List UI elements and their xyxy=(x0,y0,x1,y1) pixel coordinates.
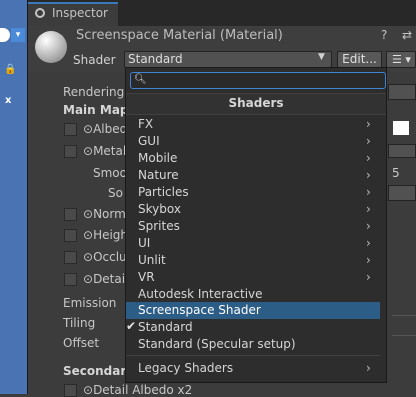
popup-scrollbar[interactable] xyxy=(380,116,386,380)
metallic-slider-field[interactable] xyxy=(388,144,416,158)
source-dropdown-field[interactable] xyxy=(388,185,416,201)
menu-item-label: Autodesk Interactive xyxy=(138,287,263,301)
menu-item-label: GUI xyxy=(138,134,160,148)
detail-albedo-label: ⊙Detail Albedo x2 xyxy=(83,383,193,397)
chevron-right-icon: › xyxy=(366,151,371,165)
offset-field-edge xyxy=(392,335,416,336)
prop-rendering: Rendering xyxy=(63,85,125,99)
smoothness-label: Smoo xyxy=(93,166,127,180)
chevron-right-icon: › xyxy=(366,253,371,267)
shader-list-button[interactable]: ☰ ▾ xyxy=(386,51,416,68)
emission-label: Emission xyxy=(63,296,117,310)
tiling-label: Tiling xyxy=(63,316,96,330)
offset-label: Offset xyxy=(63,336,100,350)
menu-item-label: Skybox xyxy=(138,202,181,216)
occlusion-label: ⊙Occlu xyxy=(83,250,127,264)
chevron-right-icon: › xyxy=(366,361,371,375)
albedo-color-swatch[interactable] xyxy=(393,121,409,135)
checkmark-icon: ✔ xyxy=(126,319,137,333)
menu-item-gui[interactable] xyxy=(126,133,380,150)
menu-item-label: Unlit xyxy=(138,253,166,267)
menu-item-label: UI xyxy=(138,236,151,250)
menu-item-ui[interactable] xyxy=(126,235,380,252)
menu-item-fx[interactable] xyxy=(126,116,380,133)
height-label: ⊙Heigh xyxy=(83,228,129,242)
occlusion-texture-slot[interactable] xyxy=(64,251,77,264)
search-icon: 🔍︎ xyxy=(134,74,147,85)
gizmo-dropdown[interactable]: ▾ xyxy=(11,28,25,42)
material-preview-icon xyxy=(35,31,67,63)
chevron-right-icon: › xyxy=(366,134,371,148)
section-secondary-maps: Secondary xyxy=(63,364,135,378)
menu-item-label: Particles xyxy=(138,185,189,199)
height-texture-slot[interactable] xyxy=(64,229,77,242)
chevron-down-icon: ▼ xyxy=(318,52,325,62)
popup-separator xyxy=(126,355,380,356)
chevron-right-icon: › xyxy=(366,168,371,182)
detail-mask-texture-slot[interactable] xyxy=(64,273,77,286)
shader-label: Shader xyxy=(73,53,116,67)
menu-item-label: Standard (Specular setup) xyxy=(138,337,296,351)
metallic-label: ⊙Metal xyxy=(83,144,127,158)
normal-texture-slot[interactable] xyxy=(64,208,77,221)
settings-icon[interactable]: ⇄ xyxy=(402,28,412,42)
menu-item-vr[interactable] xyxy=(126,269,380,286)
rendering-mode-field[interactable] xyxy=(388,84,416,100)
menu-item-label: Legacy Shaders xyxy=(138,361,234,375)
menu-item-label: Standard xyxy=(138,320,193,334)
close-icon[interactable]: x xyxy=(5,95,11,106)
chevron-right-icon: › xyxy=(366,236,371,250)
chevron-right-icon: › xyxy=(366,185,371,199)
target-icon: ⊙ xyxy=(83,228,94,242)
detail-albedo-texture-slot[interactable] xyxy=(64,384,77,397)
target-icon: ⊙ xyxy=(83,272,94,286)
popup-title: Shaders xyxy=(228,96,284,110)
menu-item-label: VR xyxy=(138,270,155,284)
chevron-right-icon: › xyxy=(366,202,371,216)
target-icon: ⊙ xyxy=(83,122,94,136)
menu-item-label: Screenspace Shader xyxy=(138,303,261,317)
target-icon: ⊙ xyxy=(83,144,94,158)
info-icon xyxy=(35,8,45,18)
metallic-texture-slot[interactable] xyxy=(64,145,77,158)
material-title: Screenspace Material (Material) xyxy=(76,28,283,43)
normal-label: ⊙Norm xyxy=(83,207,126,221)
target-icon: ⊙ xyxy=(83,383,94,397)
shader-value: Standard xyxy=(128,52,183,66)
menu-item-label: Mobile xyxy=(138,151,178,165)
lock-icon[interactable]: 🔒 xyxy=(4,64,16,75)
chevron-right-icon: › xyxy=(366,117,371,131)
scene-toolbar xyxy=(0,0,27,394)
tab-label: Inspector xyxy=(52,6,108,20)
source-label: So xyxy=(108,186,123,200)
help-icon[interactable]: ? xyxy=(381,28,387,42)
albedo-texture-slot[interactable] xyxy=(64,123,77,136)
menu-item-label: FX xyxy=(138,117,154,131)
detail-label: ⊙Detai xyxy=(83,272,126,286)
target-icon: ⊙ xyxy=(83,250,94,264)
chevron-right-icon: › xyxy=(366,219,371,233)
edit-shader-button[interactable]: Edit... xyxy=(337,51,382,68)
menu-item-label: Nature xyxy=(138,168,179,182)
menu-item-label: Sprites xyxy=(138,219,180,233)
smoothness-value: 5 xyxy=(392,166,400,180)
chevron-right-icon: › xyxy=(366,270,371,284)
shader-search-input[interactable] xyxy=(130,72,386,89)
tiling-field-edge xyxy=(392,315,416,316)
target-icon: ⊙ xyxy=(83,207,94,221)
